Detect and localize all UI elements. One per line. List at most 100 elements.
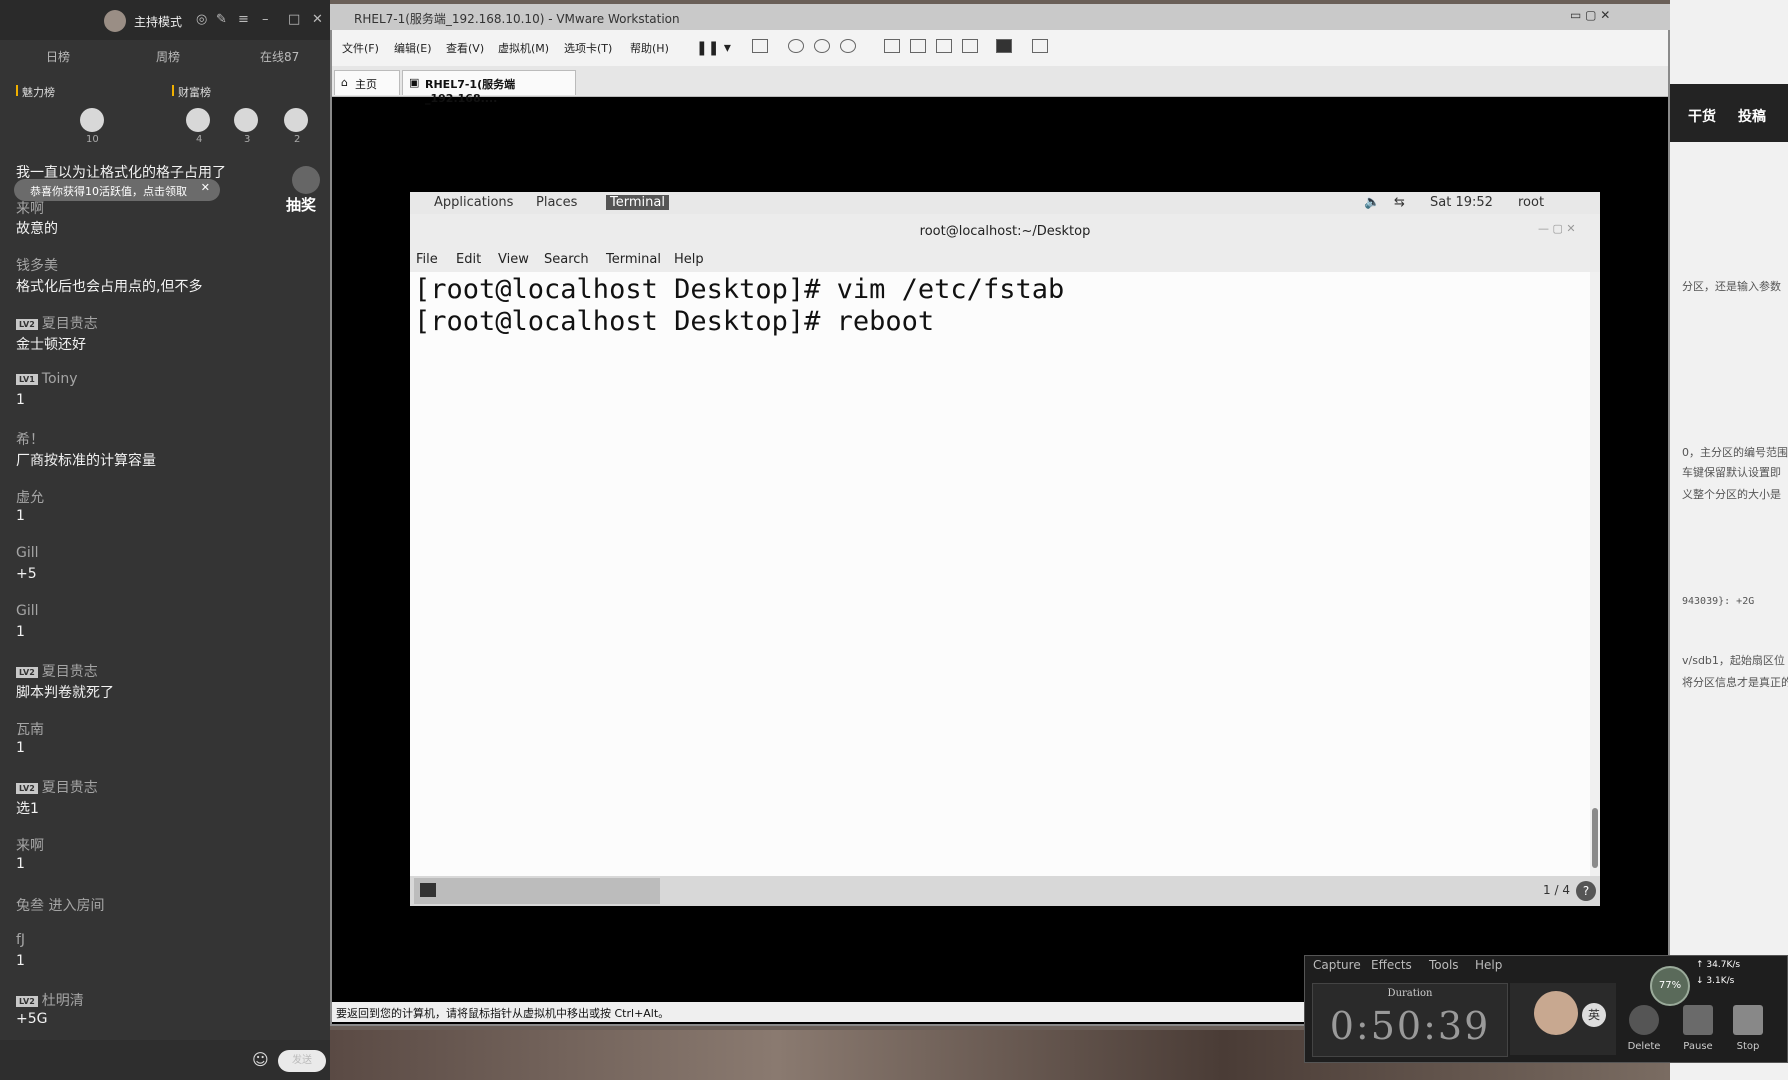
menu-tabs[interactable]: 选项卡(T) [564, 40, 612, 56]
tab-home[interactable]: ⌂ 主页 [334, 70, 400, 95]
chat-message-text: 1 [16, 508, 25, 524]
chat-message-text: 1 [16, 953, 25, 969]
applications-menu[interactable]: Applications [434, 195, 513, 210]
tab-daily[interactable]: 日榜 [46, 48, 70, 65]
unity-icon[interactable] [962, 39, 978, 53]
pause-button[interactable]: Pause [1676, 1005, 1720, 1052]
article-text: 义整个分区的大小是 [1682, 488, 1781, 501]
pause-icon[interactable]: ❚❚ ▾ [696, 40, 731, 56]
wealth-rank-title: 财富榜 [172, 85, 211, 99]
chat-message-user: LV2 杜明清 [16, 990, 84, 1010]
tab-vm[interactable]: ▣ RHEL7-1(服务端_192.168.... [402, 70, 576, 105]
user-menu[interactable]: root [1518, 195, 1544, 210]
terminal-window-controls[interactable]: — ▢ ✕ [1538, 222, 1576, 235]
menu-file[interactable]: 文件(F) [342, 40, 379, 56]
tab-weekly[interactable]: 周榜 [156, 48, 180, 65]
chat-message-user: LV1 Toiny [16, 371, 78, 387]
volume-icon[interactable]: 🔈 [1364, 195, 1380, 210]
menu-help[interactable]: Help [1475, 958, 1502, 972]
menu-tools[interactable]: Tools [1429, 958, 1459, 972]
level-badge: LV1 [16, 373, 38, 385]
nav-item[interactable]: 干货 [1688, 106, 1716, 126]
chat-message-user: LV2 夏目贵志 [16, 661, 98, 681]
menu-edit[interactable]: Edit [456, 252, 481, 267]
close-icon[interactable]: ✕ [312, 12, 323, 27]
terminal-title: root@localhost:~/Desktop [919, 224, 1091, 239]
edit-icon[interactable]: ✎ [216, 12, 227, 27]
article-text: 分区，还是输入参数 [1682, 280, 1781, 293]
maximize-icon[interactable]: □ [288, 12, 300, 27]
level-badge: LV2 [16, 782, 38, 794]
help-icon[interactable]: ? [1576, 881, 1596, 901]
rank-count: 4 [196, 134, 203, 145]
fullscreen-icon[interactable] [936, 39, 952, 53]
thumbnail-icon[interactable] [910, 39, 926, 53]
snapshot-manager-icon[interactable] [840, 39, 856, 53]
chat-message-user: 钱多美 [16, 258, 58, 274]
menu-capture[interactable]: Capture [1313, 958, 1361, 972]
chat-message-user: LV2 夏目贵志 [16, 777, 98, 797]
chat-message-user: Gill [16, 603, 39, 619]
delete-button[interactable]: Delete [1622, 1005, 1666, 1052]
send-keys-icon[interactable] [752, 39, 768, 53]
status-hint: 要返回到您的计算机，请将鼠标指针从虚拟机中移出或按 Ctrl+Alt。 [336, 1007, 670, 1020]
menu-view[interactable]: View [498, 252, 529, 267]
network-icon[interactable]: ⇆ [1394, 195, 1405, 210]
chat-message-text: 厂商按标准的计算容量 [16, 453, 156, 469]
chat-message-text: +5 [16, 566, 37, 582]
chat-message-text: 格式化后也会占用点的,但不多 [16, 279, 203, 295]
lottery-button[interactable]: 抽奖 [286, 166, 326, 216]
terminal-scrollbar[interactable] [1590, 272, 1600, 876]
console-icon[interactable] [996, 39, 1012, 53]
taskbar-terminal-item[interactable] [414, 878, 660, 904]
terminal-output[interactable]: [root@localhost Desktop]# vim /etc/fstab… [410, 272, 1590, 876]
network-speed: ↑ 34.7K/s ↓ 3.1K/s [1650, 960, 1770, 1002]
places-menu[interactable]: Places [536, 195, 577, 210]
chat-message-user: 来啊 [16, 201, 44, 217]
snapshot-icon[interactable] [788, 39, 804, 53]
revert-snapshot-icon[interactable] [814, 39, 830, 53]
menu-help[interactable]: Help [674, 252, 704, 267]
duration-value: 0:50:39 [1329, 1004, 1491, 1048]
rank-avatar[interactable] [284, 108, 308, 132]
menu-help[interactable]: 帮助(H) [630, 40, 669, 56]
library-icon[interactable] [884, 39, 900, 53]
menu-search[interactable]: Search [544, 252, 589, 267]
menu-effects[interactable]: Effects [1371, 958, 1412, 972]
menu-terminal[interactable]: Terminal [606, 252, 661, 267]
terminal-titlebar: root@localhost:~/Desktop — ▢ ✕ [410, 214, 1600, 252]
delete-icon [1629, 1005, 1659, 1035]
minimize-icon[interactable]: – [262, 12, 269, 27]
tab-online[interactable]: 在线87 [260, 48, 299, 65]
window-controls[interactable]: ▭ ▢ ✕ [1570, 8, 1610, 22]
close-icon[interactable]: ✕ [201, 181, 210, 194]
lottery-label: 抽奖 [286, 196, 317, 214]
rank-avatar[interactable] [186, 108, 210, 132]
rank-count: 3 [244, 134, 251, 145]
menu-edit[interactable]: 编辑(E) [394, 40, 432, 56]
stop-button[interactable]: Stop [1726, 1005, 1770, 1052]
nav-item[interactable]: 投稿 [1738, 106, 1766, 126]
menu-vm[interactable]: 虚拟机(M) [498, 40, 549, 56]
reward-toast[interactable]: 恭喜你获得10活跃值，点击领取 ✕ [14, 179, 220, 201]
send-button[interactable]: 发送 [278, 1050, 326, 1072]
stretch-icon[interactable] [1032, 39, 1048, 53]
clock[interactable]: Sat 19:52 [1430, 195, 1493, 210]
scrollbar-thumb[interactable] [1592, 808, 1598, 868]
chat-message-text: 金士顿还好 [16, 337, 86, 353]
settings-icon[interactable]: ◎ [196, 12, 207, 27]
workspace-indicator[interactable]: 1 / 4 [1543, 883, 1570, 897]
host-avatar[interactable] [104, 10, 126, 32]
menu-icon[interactable]: ≡ [238, 12, 249, 27]
menu-view[interactable]: 查看(V) [446, 40, 484, 56]
menu-file[interactable]: File [416, 252, 438, 267]
vmware-tabbar: ⌂ 主页 ▣ RHEL7-1(服务端_192.168.... [332, 66, 1668, 105]
emoji-icon[interactable]: ☺ [252, 1050, 269, 1069]
ime-badge[interactable]: 英 [1582, 1003, 1606, 1027]
background-article: 干货 投稿 分区，还是输入参数 0，主分区的编号范围 车键保留默认设置即 义整个… [1670, 0, 1788, 1080]
article-text: 0，主分区的编号范围 [1682, 446, 1788, 459]
article-text: 车键保留默认设置即 [1682, 466, 1781, 479]
rank-avatar[interactable] [234, 108, 258, 132]
rank-avatar[interactable] [80, 108, 104, 132]
terminal-activity[interactable]: Terminal [606, 195, 669, 210]
